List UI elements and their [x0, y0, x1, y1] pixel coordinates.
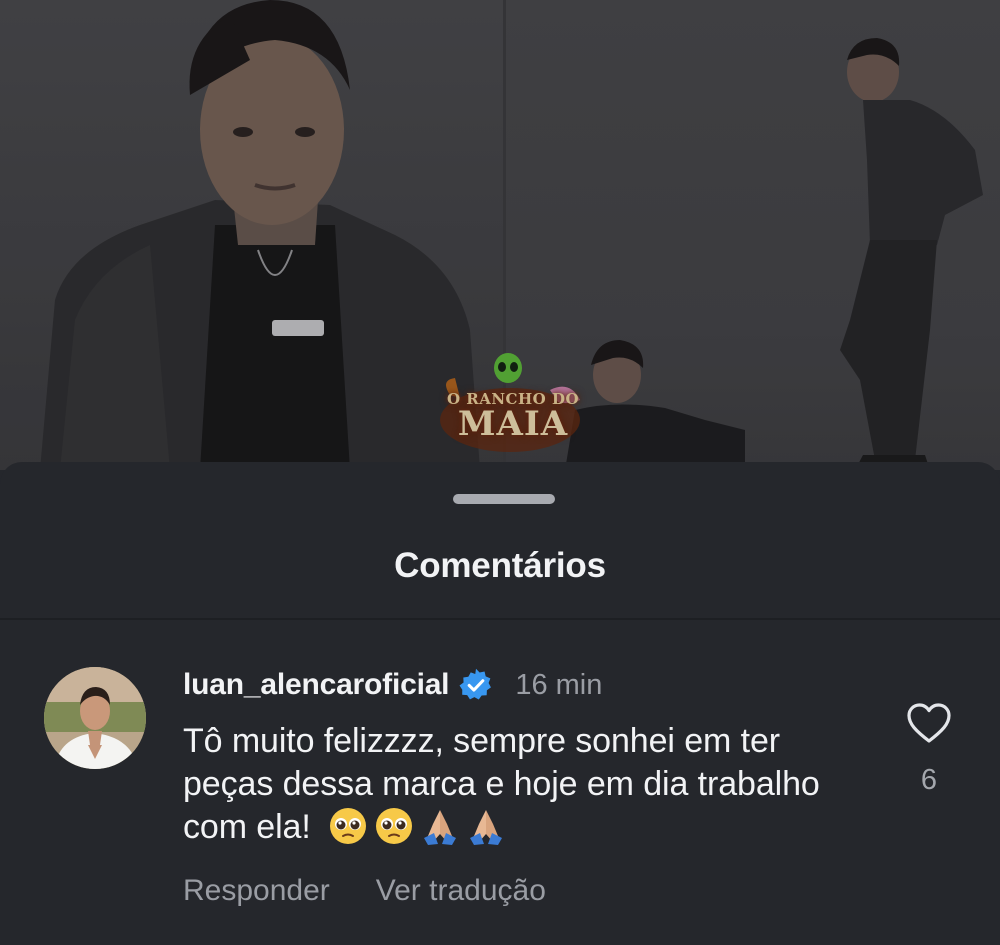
avatar[interactable] [44, 667, 146, 769]
comments-sheet: Comentários luan_alencaroficial 16 min T… [0, 462, 1000, 945]
like-count: 6 [920, 764, 938, 796]
pleading-face-emoji-icon [376, 808, 413, 844]
reply-button[interactable]: Responder [183, 874, 330, 908]
sheet-title: Comentários [394, 546, 606, 585]
background-video-frame: O RANCHO DO MAIA [0, 0, 1000, 470]
comment-timestamp: 16 min [515, 668, 603, 701]
comment-body: Tô muito felizzzz, sempre sonhei em ter … [183, 720, 873, 849]
folded-hands-emoji-icon [470, 810, 503, 845]
sheet-divider [0, 618, 1000, 620]
verified-badge-icon [459, 668, 492, 700]
comment-header: luan_alencaroficial 16 min [183, 664, 602, 706]
dim-overlay [0, 0, 1000, 470]
pleading-face-emoji-icon [330, 808, 367, 844]
translate-button[interactable]: Ver tradução [376, 874, 546, 908]
avatar-photo [44, 667, 146, 769]
heart-outline-icon[interactable] [906, 702, 952, 744]
comment-actions: Responder Ver tradução [183, 874, 546, 908]
folded-hands-emoji-icon [424, 810, 457, 845]
sheet-drag-handle[interactable] [453, 494, 555, 504]
comment-emojis [328, 806, 506, 846]
comment-username[interactable]: luan_alencaroficial [183, 668, 450, 702]
